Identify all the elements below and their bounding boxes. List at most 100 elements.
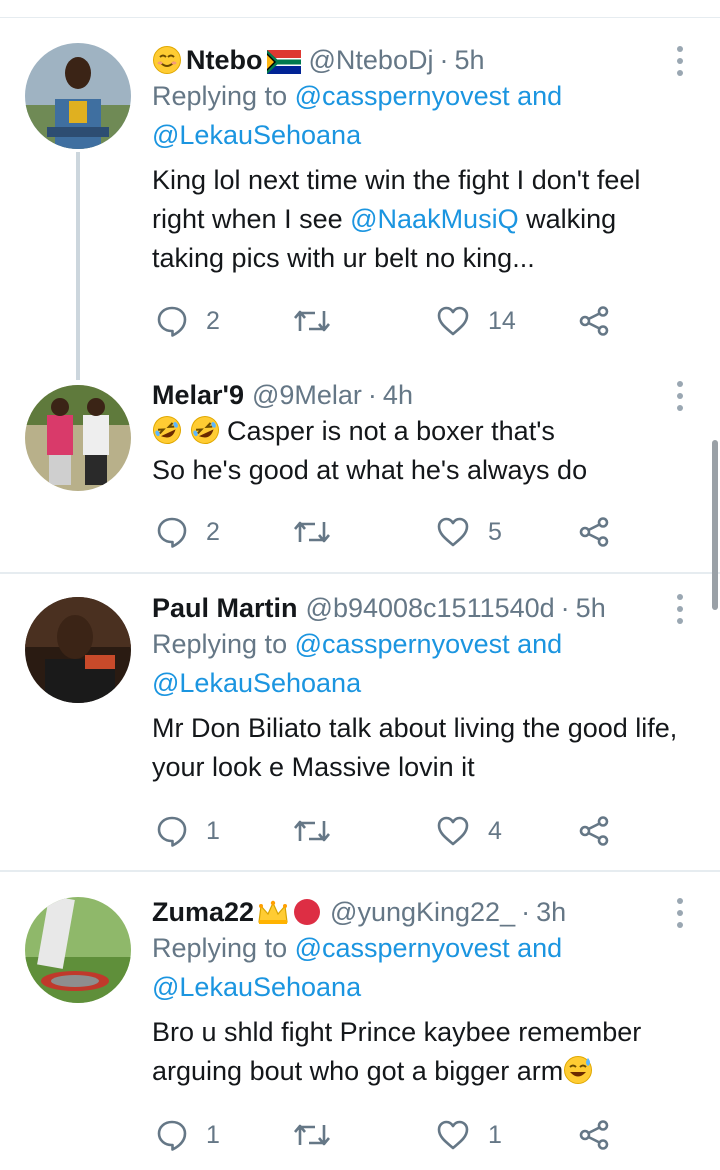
reply-button[interactable]: 2 bbox=[156, 301, 220, 341]
crown-emoji-icon bbox=[256, 898, 290, 926]
tweet-content: Ntebo @NteboDj · 5h Replying to @cassper… bbox=[152, 43, 692, 278]
more-vertical-icon[interactable] bbox=[672, 381, 688, 411]
reply-button[interactable]: 1 bbox=[156, 811, 220, 851]
heart-icon bbox=[437, 306, 469, 336]
mention-link[interactable]: @NaakMusiQ bbox=[350, 204, 518, 234]
tweet-actions: 2 14 bbox=[152, 301, 622, 341]
more-vertical-icon[interactable] bbox=[672, 898, 688, 928]
separator-dot: · bbox=[439, 45, 449, 75]
display-name[interactable]: Zuma22 bbox=[152, 895, 254, 929]
avatar[interactable] bbox=[25, 897, 131, 1003]
mention-link[interactable]: @casspernyovest bbox=[295, 933, 510, 963]
reply-count: 1 bbox=[206, 1120, 220, 1149]
reply-icon bbox=[157, 1120, 187, 1151]
like-count: 1 bbox=[488, 1120, 502, 1149]
reply-count: 1 bbox=[206, 816, 220, 845]
south-africa-flag-icon bbox=[266, 48, 301, 74]
retweet-button[interactable] bbox=[292, 512, 332, 552]
avatar-photo bbox=[25, 385, 131, 491]
tweet-divider bbox=[0, 572, 720, 574]
retweet-icon bbox=[294, 521, 330, 543]
avatar-photo bbox=[25, 897, 131, 1003]
top-divider bbox=[0, 17, 720, 18]
like-button[interactable]: 4 bbox=[436, 811, 502, 851]
reply-button[interactable]: 1 bbox=[156, 1115, 220, 1155]
mention-and[interactable]: and bbox=[517, 629, 562, 659]
tweet-header: Zuma22 @yungKing22_ · 3h bbox=[152, 895, 692, 929]
share-icon bbox=[579, 517, 609, 547]
separator-dot: · bbox=[521, 897, 531, 927]
reply-count: 2 bbox=[206, 306, 220, 335]
tweet-content: Paul Martin @b94008c1511540d · 5h Replyi… bbox=[152, 591, 692, 787]
replying-to-label: Replying to bbox=[152, 629, 288, 659]
mention-link[interactable]: @LekauSehoana bbox=[152, 972, 361, 1002]
retweet-button[interactable] bbox=[292, 301, 332, 341]
mention-link[interactable]: @casspernyovest bbox=[295, 629, 510, 659]
user-handle[interactable]: @NteboDj bbox=[309, 43, 434, 77]
replying-to: Replying to @casspernyovest and @LekauSe… bbox=[152, 929, 692, 1007]
sweat-smile-emoji-icon bbox=[564, 1056, 593, 1084]
user-handle[interactable]: @9Melar bbox=[252, 378, 362, 412]
mention-link[interactable]: @LekauSehoana bbox=[152, 120, 361, 150]
like-count: 14 bbox=[488, 306, 516, 335]
share-button[interactable] bbox=[578, 512, 610, 552]
replying-to: Replying to @casspernyovest and @LekauSe… bbox=[152, 77, 692, 155]
tweet-time[interactable]: 3h bbox=[536, 895, 566, 929]
tweet-text-line: Casper is not a boxer that's bbox=[227, 416, 555, 446]
smile-emoji-icon bbox=[152, 45, 182, 75]
mention-link[interactable]: @casspernyovest bbox=[295, 81, 510, 111]
tweet-header: Ntebo @NteboDj · 5h bbox=[152, 43, 692, 77]
replying-to-label: Replying to bbox=[152, 933, 288, 963]
red-circle-icon bbox=[292, 897, 322, 927]
like-count: 4 bbox=[488, 816, 502, 845]
tweet-time[interactable]: 5h bbox=[454, 43, 484, 77]
share-button[interactable] bbox=[578, 811, 610, 851]
retweet-icon bbox=[294, 820, 330, 842]
like-button[interactable]: 5 bbox=[436, 512, 502, 552]
replying-to: Replying to @casspernyovest and @LekauSe… bbox=[152, 625, 692, 703]
like-button[interactable]: 1 bbox=[436, 1115, 502, 1155]
mention-and[interactable]: and bbox=[517, 81, 562, 111]
share-button[interactable] bbox=[578, 301, 610, 341]
more-vertical-icon[interactable] bbox=[672, 46, 688, 76]
avatar[interactable] bbox=[25, 597, 131, 703]
like-button[interactable]: 14 bbox=[436, 301, 516, 341]
reply-icon bbox=[157, 517, 187, 548]
replying-to-label: Replying to bbox=[152, 81, 288, 111]
share-button[interactable] bbox=[578, 1115, 610, 1155]
tweet-time[interactable]: 4h bbox=[383, 378, 413, 412]
reply-icon bbox=[157, 306, 187, 337]
display-name[interactable]: Paul Martin bbox=[152, 591, 298, 625]
retweet-button[interactable] bbox=[292, 811, 332, 851]
avatar[interactable] bbox=[25, 43, 131, 149]
avatar-photo bbox=[25, 43, 131, 149]
reply-icon bbox=[157, 816, 187, 847]
separator-dot: · bbox=[367, 380, 377, 410]
user-handle[interactable]: @yungKing22_ bbox=[330, 895, 515, 929]
more-vertical-icon[interactable] bbox=[672, 594, 688, 624]
tweet-content: Melar'9 @9Melar · 4h Casper is not a box… bbox=[152, 378, 692, 490]
tweet-header: Paul Martin @b94008c1511540d · 5h bbox=[152, 591, 692, 625]
display-name[interactable]: Melar'9 bbox=[152, 378, 244, 412]
heart-icon bbox=[437, 517, 469, 547]
tweet-text: Mr Don Biliato talk about living the goo… bbox=[152, 713, 678, 782]
like-count: 5 bbox=[488, 517, 502, 546]
rofl-emoji-icon bbox=[190, 416, 219, 444]
scrollbar[interactable] bbox=[712, 440, 718, 610]
retweet-icon bbox=[294, 1124, 330, 1146]
mention-link[interactable]: @LekauSehoana bbox=[152, 668, 361, 698]
tweet-text: Casper is not a boxer that's So he's goo… bbox=[152, 412, 692, 490]
reply-button[interactable]: 2 bbox=[156, 512, 220, 552]
reply-count: 2 bbox=[206, 517, 220, 546]
retweet-icon bbox=[294, 310, 330, 332]
thread-connector-line bbox=[76, 152, 80, 380]
retweet-button[interactable] bbox=[292, 1115, 332, 1155]
user-handle[interactable]: @b94008c1511540d bbox=[306, 591, 555, 625]
tweet-actions: 1 4 bbox=[152, 811, 622, 851]
tweet-time[interactable]: 5h bbox=[576, 591, 606, 625]
tweet-text: King lol next time win the fight I don't… bbox=[152, 161, 692, 278]
avatar[interactable] bbox=[25, 385, 131, 491]
mention-and[interactable]: and bbox=[517, 933, 562, 963]
rofl-emoji-icon bbox=[153, 416, 181, 444]
display-name[interactable]: Ntebo bbox=[186, 43, 263, 77]
